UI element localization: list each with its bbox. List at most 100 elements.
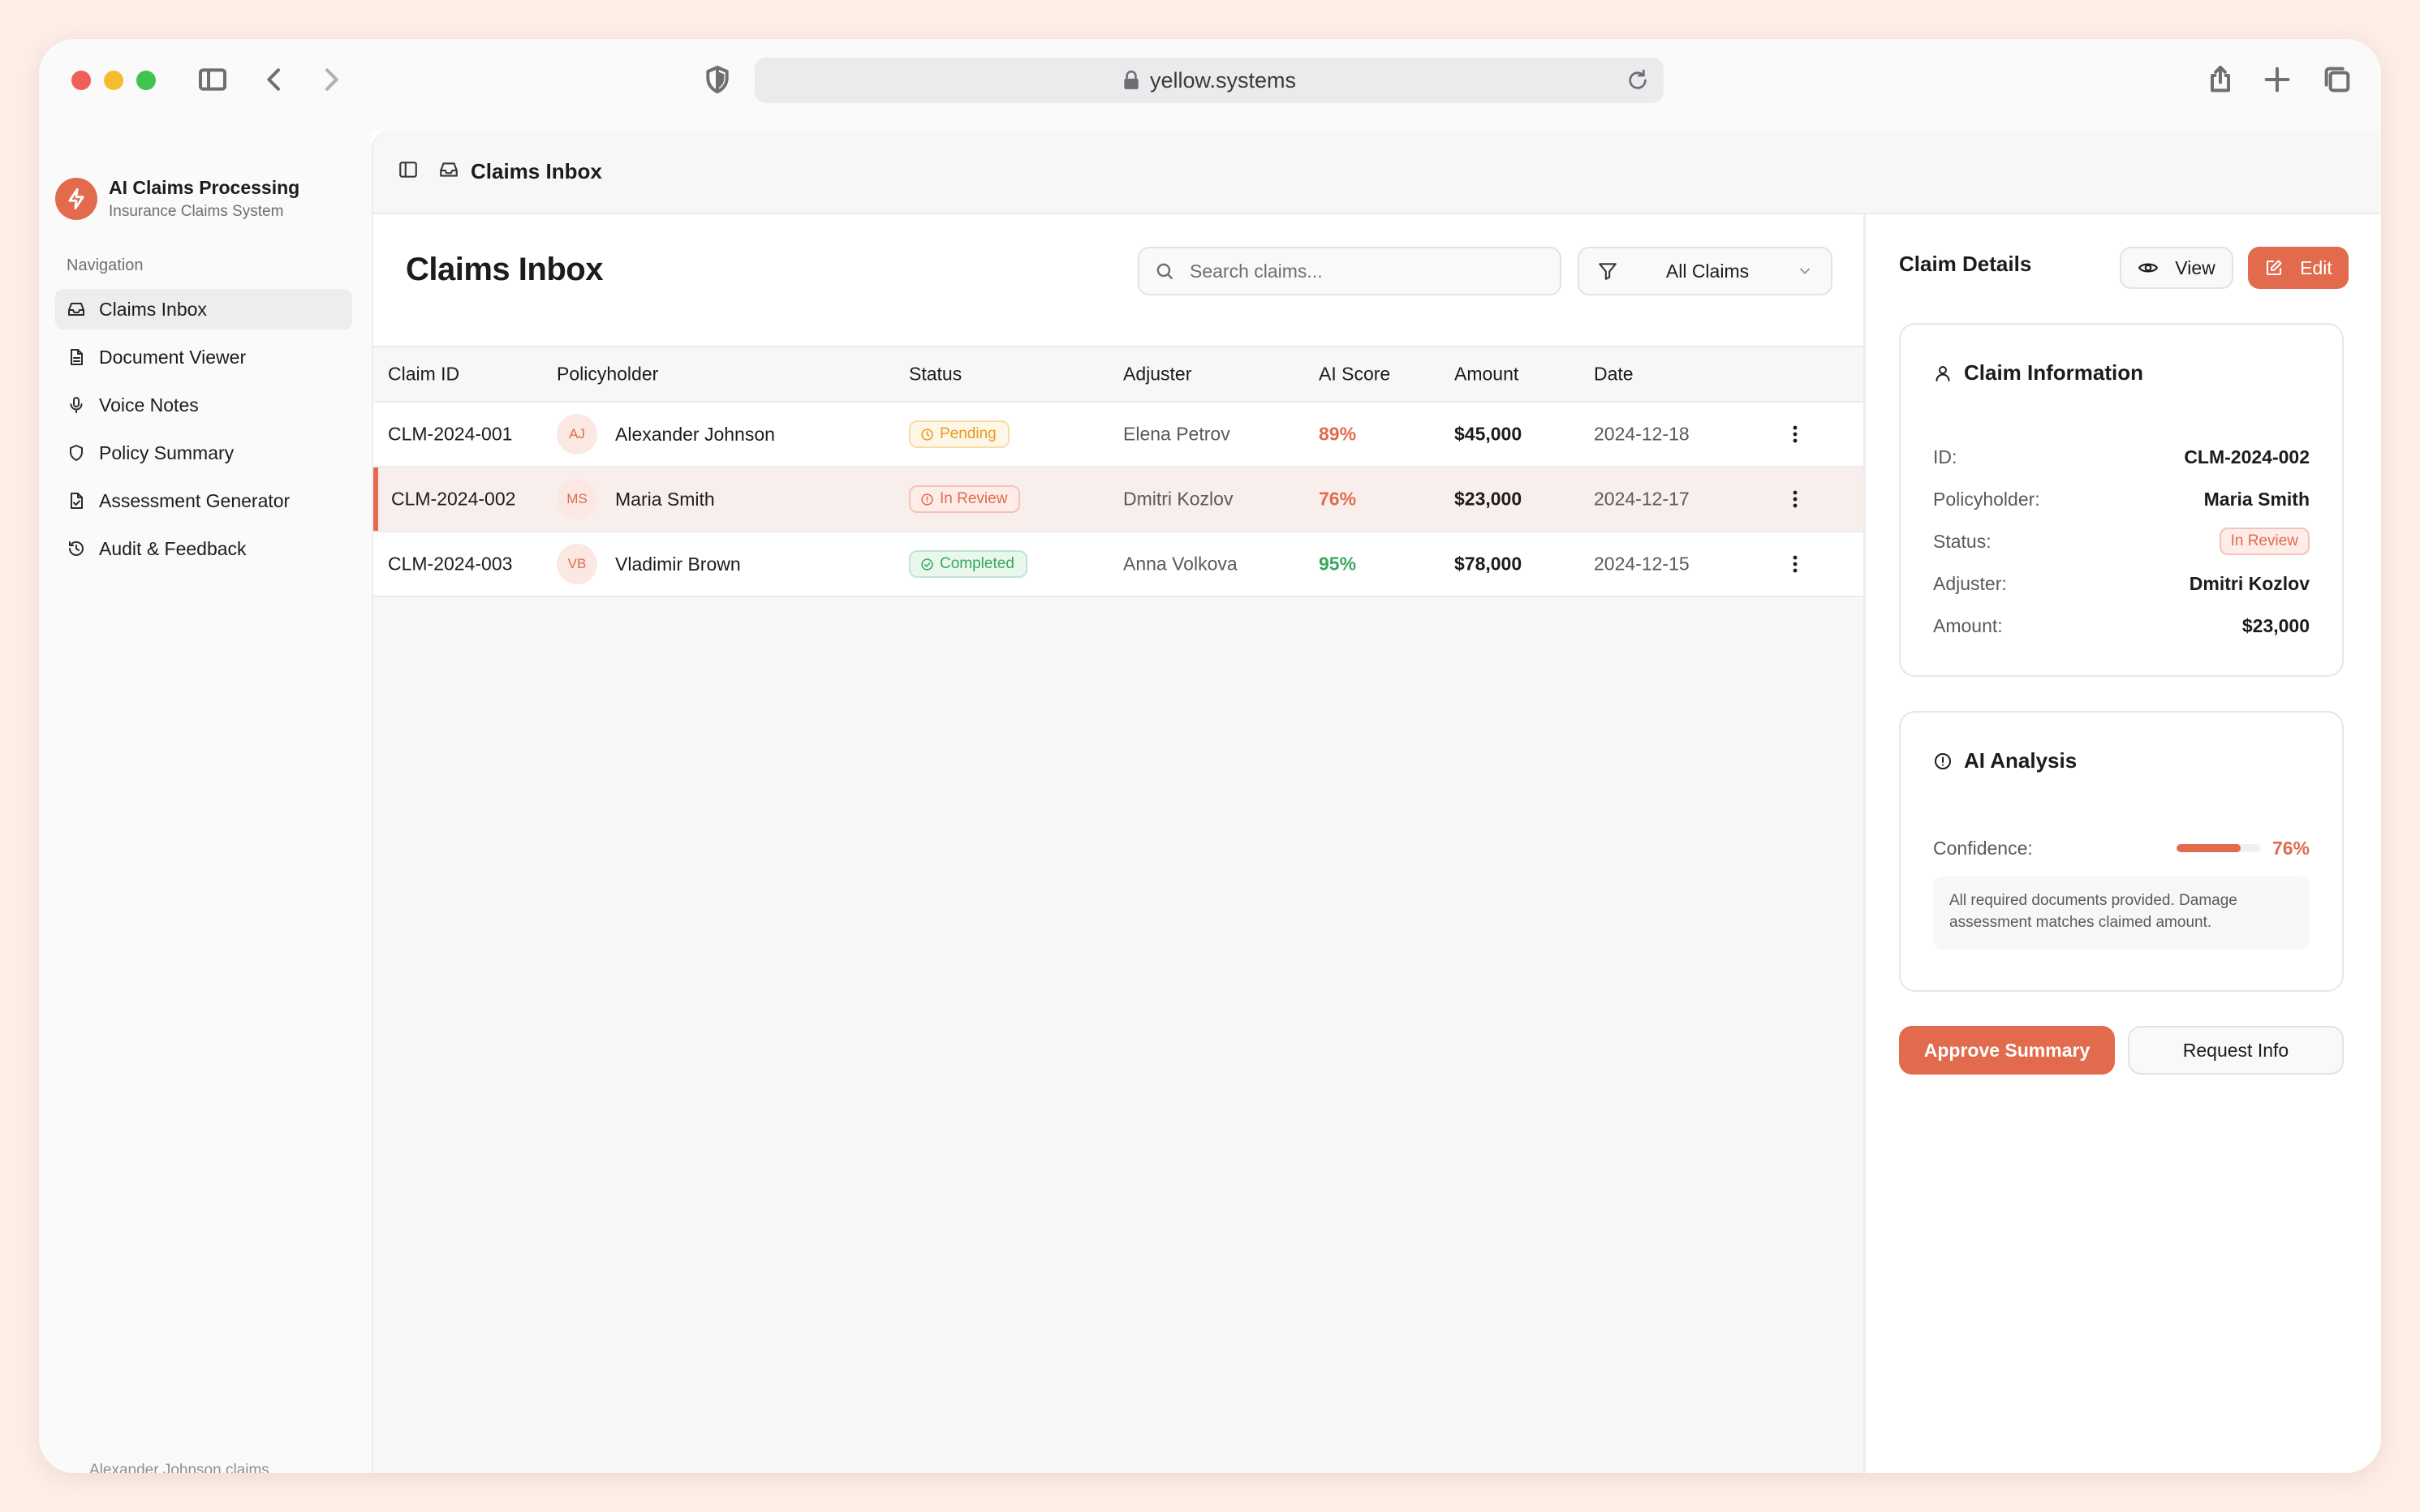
claim-date: 2024-12-15 — [1594, 553, 1690, 575]
chevron-down-icon — [1800, 268, 1810, 274]
sidebar-item-assessment-generator[interactable]: Assessment Generator — [55, 480, 352, 521]
alert-circle-icon — [1935, 752, 1951, 769]
column-header-claim-id[interactable]: Claim ID — [388, 364, 459, 386]
card-title-text: AI Analysis — [1964, 748, 2078, 773]
shield-icon — [70, 445, 83, 461]
info-value: Dmitri Kozlov — [2189, 572, 2310, 594]
sidebar-item-document-viewer[interactable]: Document Viewer — [55, 337, 352, 377]
column-header-date[interactable]: Date — [1594, 364, 1634, 386]
new-tab-icon[interactable] — [2258, 60, 2297, 99]
zoom-window-button[interactable] — [136, 71, 156, 90]
status-badge: In Review — [909, 485, 1021, 513]
file-check-icon — [71, 493, 83, 509]
claim-amount: $45,000 — [1454, 423, 1522, 445]
confidence-label: Confidence: — [1933, 837, 2033, 859]
info-row-id: ID: CLM-2024-002 — [1933, 443, 2310, 471]
minimize-window-button[interactable] — [104, 71, 123, 90]
user-icon — [1936, 365, 1950, 381]
sidebar-item-claims-inbox[interactable]: Claims Inbox — [55, 289, 352, 330]
forward-icon[interactable] — [312, 60, 351, 99]
column-header-ai-score[interactable]: AI Score — [1319, 364, 1390, 386]
claims-list-panel: Claims Inbox All Claims Claim ID Policyh… — [373, 214, 1865, 1473]
claim-date: 2024-12-18 — [1594, 423, 1690, 445]
confidence-bar — [2176, 844, 2261, 852]
table-row[interactable]: CLM-2024-001 AJ Alexander Johnson Pendin… — [373, 403, 1863, 467]
adjuster-name: Dmitri Kozlov — [1123, 488, 1234, 510]
row-more-menu-icon[interactable] — [1783, 487, 1807, 511]
policyholder-name: Maria Smith — [615, 488, 715, 510]
row-more-menu-icon[interactable] — [1783, 422, 1807, 446]
clock-icon — [921, 428, 933, 441]
document-icon — [71, 349, 83, 365]
back-icon[interactable] — [255, 60, 294, 99]
sidebar-item-policy-summary[interactable]: Policy Summary — [55, 433, 352, 473]
info-value: Maria Smith — [2203, 488, 2310, 510]
close-window-button[interactable] — [71, 71, 91, 90]
card-title: Claim Information — [1933, 360, 2143, 386]
column-header-policyholder[interactable]: Policyholder — [557, 364, 658, 386]
status-cell: Completed — [909, 550, 1027, 578]
lightning-logo-icon — [55, 178, 97, 220]
lock-icon — [1124, 70, 1139, 89]
confidence-row: Confidence: 76% — [1933, 834, 2310, 862]
info-label: Amount: — [1933, 614, 2003, 636]
alert-circle-icon — [921, 493, 933, 506]
claim-id: CLM-2024-003 — [388, 553, 513, 575]
adjuster-name: Elena Petrov — [1123, 423, 1230, 445]
view-button-label: View — [2175, 256, 2215, 278]
sidebar-footer-text: Alexander Johnson claims — [89, 1462, 269, 1473]
request-info-button[interactable]: Request Info — [2128, 1026, 2344, 1075]
app-subtitle: Insurance Claims System — [109, 203, 284, 220]
avatar: MS — [557, 479, 597, 519]
status-filter-select[interactable]: All Claims — [1578, 247, 1832, 295]
edit-button[interactable]: Edit — [2248, 247, 2349, 289]
policyholder-cell: VB Vladimir Brown — [557, 544, 741, 584]
url-text: yellow.systems — [1149, 67, 1297, 93]
privacy-shield-icon[interactable] — [698, 60, 737, 99]
info-label: ID: — [1933, 446, 1957, 467]
view-button[interactable]: View — [2120, 247, 2233, 289]
status-badge: In Review — [2219, 528, 2310, 555]
row-more-menu-icon[interactable] — [1783, 552, 1807, 576]
address-bar[interactable]: yellow.systems — [755, 58, 1664, 103]
tab-overview-icon[interactable] — [2318, 60, 2357, 99]
nav-heading: Navigation — [67, 256, 144, 274]
search-input[interactable] — [1190, 260, 1547, 282]
claim-id: CLM-2024-002 — [391, 488, 516, 510]
avatar: VB — [557, 544, 597, 584]
panel-toggle-icon[interactable] — [398, 159, 419, 184]
sidebar: AI Claims Processing Insurance Claims Sy… — [39, 130, 372, 1473]
microphone-icon — [70, 397, 83, 413]
page-title: Claims Inbox — [406, 252, 603, 287]
status-badge: Completed — [909, 550, 1027, 578]
approve-summary-button[interactable]: Approve Summary — [1899, 1026, 2115, 1075]
info-label: Status: — [1933, 530, 1992, 552]
reload-icon[interactable] — [1625, 67, 1651, 93]
status-label: In Review — [940, 490, 1008, 507]
claim-information-card: Claim Information ID: CLM-2024-002 Polic… — [1899, 323, 2344, 677]
column-header-adjuster[interactable]: Adjuster — [1123, 364, 1191, 386]
table-row-selected[interactable]: CLM-2024-002 MS Maria Smith In Review Dm… — [373, 467, 1863, 532]
table-row[interactable]: CLM-2024-003 VB Vladimir Brown Completed… — [373, 532, 1863, 597]
ai-score: 95% — [1319, 553, 1357, 575]
list-header: Claims Inbox All Claims — [373, 214, 1863, 347]
sidebar-item-audit-feedback[interactable]: Audit & Feedback — [55, 528, 352, 569]
share-icon[interactable] — [2201, 60, 2240, 99]
eye-icon — [2138, 263, 2159, 273]
inbox-icon — [68, 303, 84, 316]
sidebar-toggle-icon[interactable] — [193, 60, 232, 99]
card-title: AI Analysis — [1933, 748, 2077, 773]
sidebar-item-label: Audit & Feedback — [99, 537, 247, 559]
adjuster-name: Anna Volkova — [1123, 553, 1238, 575]
column-header-status[interactable]: Status — [909, 364, 962, 386]
filter-value: All Claims — [1665, 260, 1750, 282]
policyholder-cell: MS Maria Smith — [557, 479, 715, 519]
status-cell: Pending — [909, 420, 1010, 448]
info-value: CLM-2024-002 — [2184, 446, 2310, 467]
confidence-bar-fill — [2176, 844, 2241, 852]
status-badge: Pending — [909, 420, 1010, 448]
status-label: Pending — [940, 425, 997, 442]
claim-details-panel: Claim Details View Edit Claim Informatio… — [1867, 214, 2381, 1473]
sidebar-item-voice-notes[interactable]: Voice Notes — [55, 385, 352, 425]
column-header-amount[interactable]: Amount — [1454, 364, 1518, 386]
